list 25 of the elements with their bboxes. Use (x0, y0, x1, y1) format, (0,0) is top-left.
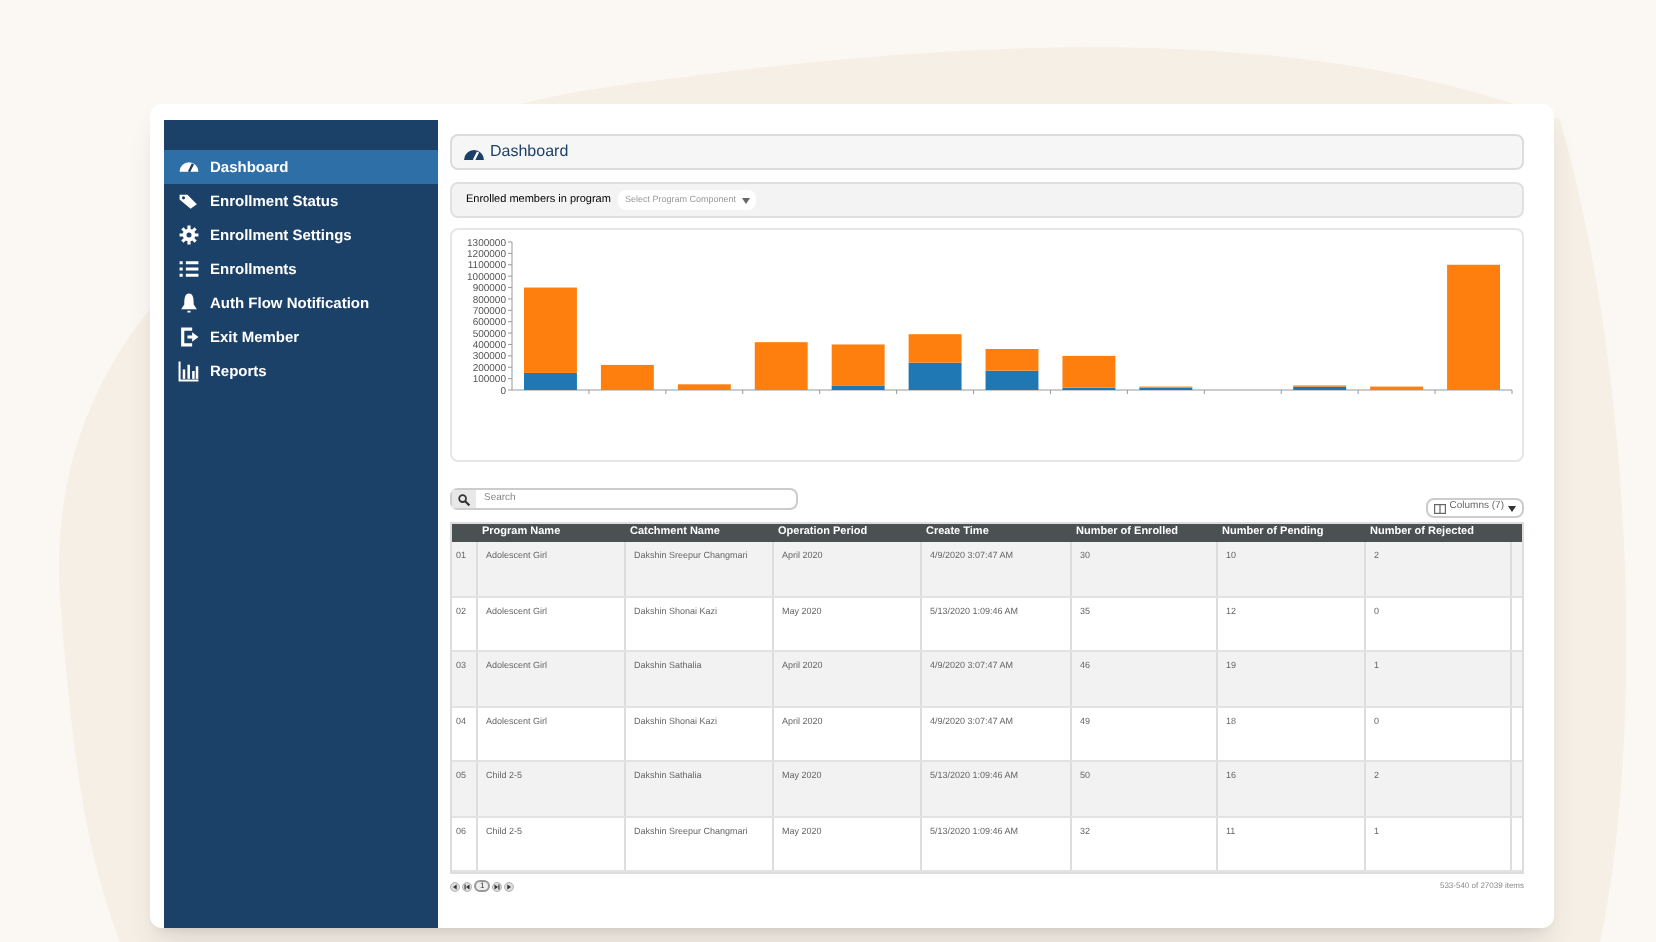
exit-icon (178, 326, 200, 348)
next-icon[interactable] (504, 881, 515, 891)
columns-icon (1433, 503, 1446, 513)
bar (754, 342, 808, 390)
gauge-icon (178, 156, 200, 178)
bar (908, 362, 962, 390)
bar (677, 384, 731, 390)
bar (908, 334, 962, 363)
bar (985, 349, 1039, 371)
bar-chart-icon (178, 360, 200, 382)
page-title: Dashboard (490, 140, 569, 164)
last-page-icon[interactable] (492, 881, 503, 891)
caret-icon (741, 197, 750, 203)
first-page-icon[interactable] (462, 881, 472, 891)
caret-icon (1508, 505, 1516, 511)
search-icon (458, 493, 470, 505)
bar (985, 370, 1039, 390)
bar (1447, 264, 1500, 390)
bell-icon (178, 292, 200, 314)
settings-icon (178, 224, 200, 246)
search-button[interactable] (452, 490, 476, 508)
list-icon (178, 258, 200, 280)
tag-icon (178, 190, 200, 212)
previous-icon[interactable] (450, 881, 460, 891)
bar (600, 364, 654, 390)
